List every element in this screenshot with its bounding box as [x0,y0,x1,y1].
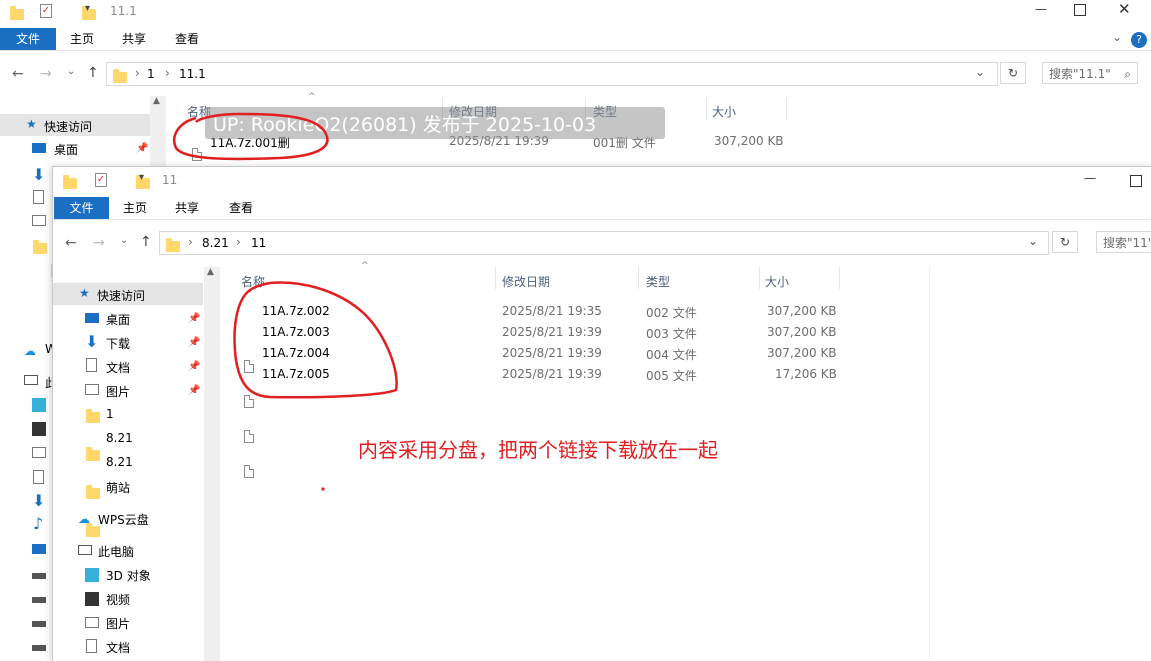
annotation-dot [321,487,325,491]
annotation-circle-002-005 [233,281,398,399]
annotation-overlay [173,112,398,491]
annotation-circle-001 [173,112,329,161]
